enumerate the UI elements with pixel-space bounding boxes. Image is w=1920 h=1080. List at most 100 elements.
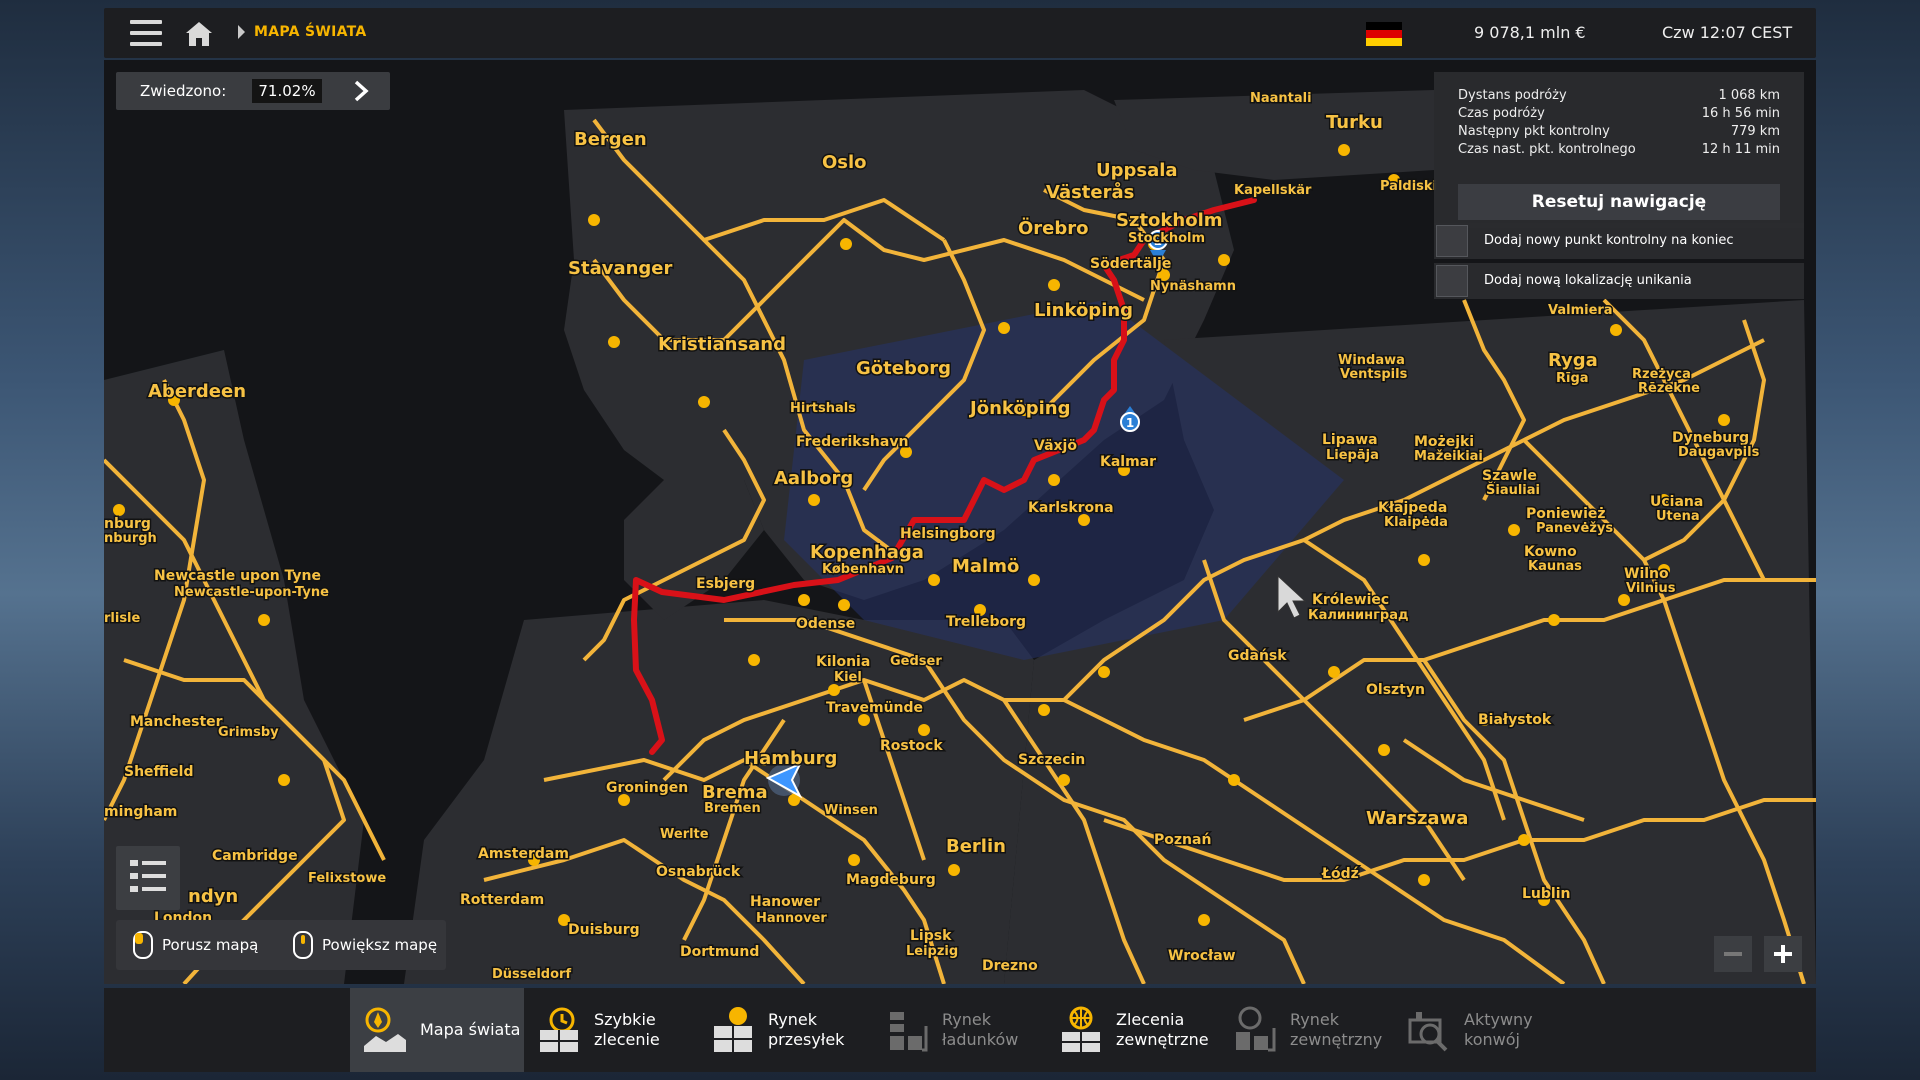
map-label-klaipeda: Klaipėda [1384,515,1448,530]
map-label-hannover: Hannover [756,911,827,926]
map-label-bergen: Bergen [574,129,647,150]
map-control-hints: Porusz mapą Powiększ mapę [116,920,446,970]
map-label-ventspils: Ventspils [1340,367,1408,382]
svg-text:1: 1 [1126,416,1134,430]
map-label-birmingham: mingham [104,804,177,820]
map-label-edinburgh-2: nburgh [104,531,157,546]
map-label-gdansk: Gdańsk [1228,648,1287,664]
mouse-drag-icon [133,931,153,959]
nav-row-value: 1 068 km [1718,88,1780,103]
map-label-lodz: Łódź [1321,866,1359,882]
tab-cargo-market[interactable]: Rynek ładunków [872,988,1046,1072]
map-label-poznan: Poznań [1154,832,1211,848]
map-label-mozejki: Możejki [1414,434,1474,450]
tab-active-convoy[interactable]: Aktywny konwój [1394,988,1568,1072]
nav-row-next-checkpoint: Następny pkt kontrolny 779 km [1458,124,1780,139]
map-label-szawle: Szawle [1482,468,1537,484]
map-label-windawa: Windawa [1338,353,1405,368]
add-avoid-location-option[interactable]: Dodaj nową lokalizację unikania [1434,263,1804,299]
map-label-sodertalje: Södertälje [1090,256,1171,272]
map-label-newcastle: Newcastle upon Tyne [154,568,321,584]
map-label-vasteras: Västerås [1046,181,1134,203]
nav-row-time: Czas podróży 16 h 56 min [1458,106,1780,121]
map-label-goteborg: Göteborg [856,358,951,379]
map-label-szczecin: Szczecin [1018,752,1085,768]
add-checkpoint-option[interactable]: Dodaj nowy punkt kontrolny na koniec [1434,223,1804,259]
map-label-werlte: Werlte [660,827,709,842]
checkbox[interactable] [1436,265,1468,297]
map-label-naantali: Naantali [1250,91,1312,106]
breadcrumb: MAPA ŚWIATA [254,24,367,40]
map-label-panevezys: Panevėžys [1536,521,1613,536]
tab-label: Mapa świata [420,1020,521,1039]
checkbox[interactable] [1436,225,1468,257]
map-label-lublin: Lublin [1522,886,1570,902]
money-balance: 9 078,1 mln € [1474,23,1586,42]
map-label-bialystok: Białystok [1478,712,1552,728]
map-label-rotterdam: Rotterdam [460,892,544,908]
map-label-sztokholm: Sztokholm [1116,210,1223,231]
zoom-in-button[interactable] [1764,936,1802,972]
move-map-hint: Porusz mapą [162,936,259,954]
map-label-helsingborg: Helsingborg [900,526,996,542]
tab-world-map[interactable]: Mapa świata [350,988,524,1072]
map-label-rzezyca: Rzeżyca [1632,367,1691,382]
map-label-carlisle: rlisle [104,611,141,626]
map-label-poniewiez: Poniewież [1526,506,1606,522]
map-label-kaunas: Kaunas [1528,559,1582,574]
map-label-oslo: Oslo [822,152,867,173]
map-label-travemunde: Travemünde [826,700,923,716]
tab-external-contracts[interactable]: Zlecenia zewnętrzne [1046,988,1220,1072]
map-label-valmiera: Valmiera [1548,303,1613,318]
tab-quick-job[interactable]: Szybkie zlecenie [524,988,698,1072]
map-label-bremen: Bremen [704,801,761,816]
map-label-kalmar: Kalmar [1100,454,1156,470]
chevron-right-icon[interactable] [350,80,372,102]
tab-freight-market[interactable]: Rynek przesyłek [698,988,872,1072]
nav-row-value: 16 h 56 min [1701,106,1780,121]
world-map-icon [364,1007,406,1052]
tab-label: Aktywny konwój [1464,1010,1533,1049]
map-label-mazeikiai: Mažeikiai [1414,449,1483,464]
world-map[interactable]: 1 2 Bergen Oslo Stavanger Kristiansand A… [104,60,1816,984]
map-label-uppsala: Uppsala [1096,160,1178,181]
map-label-turku: Turku [1326,112,1383,133]
map-label-nynashamn: Nynäshamn [1150,279,1236,294]
map-label-grimsby: Grimsby [218,725,279,740]
map-label-kilonia: Kilonia [816,654,870,670]
map-label-kobenhavn: København [822,562,904,577]
home-icon[interactable] [184,20,214,48]
tab-label: Rynek zewnętrzny [1290,1010,1383,1049]
map-label-hanower: Hanower [750,894,820,910]
mouse-scroll-icon [293,931,313,959]
map-label-kowno: Kowno [1524,544,1577,560]
map-label-riga: Rīga [1556,371,1589,386]
map-label-trelleborg: Trelleborg [946,614,1026,630]
map-label-krolewiec: Królewiec [1312,592,1389,608]
map-label-londyn: ndyn [188,886,238,907]
map-label-hamburg: Hamburg [744,748,837,769]
visited-label: Zwiedzono: [140,82,227,100]
nav-row-label: Dystans podróży [1458,88,1567,103]
map-label-felixstowe: Felixstowe [308,871,386,886]
map-label-kiel: Kiel [834,670,862,685]
map-label-utena: Utena [1656,509,1700,524]
map-label-stavanger: Stavanger [568,258,673,279]
zoom-out-button[interactable] [1714,936,1752,972]
map-label-manchester: Manchester [130,714,223,730]
nav-row-label: Czas podróży [1458,106,1545,121]
country-flag-icon [1366,22,1402,46]
option-label: Dodaj nową lokalizację unikania [1484,273,1692,288]
reset-navigation-button[interactable]: Resetuj nawigację [1458,184,1780,220]
map-label-paldiski: Paldiski [1380,179,1437,194]
map-legend-button[interactable] [116,846,180,910]
map-label-dyneburg: Dyneburg [1672,430,1749,446]
map-label-frederikshavn: Frederikshavn [796,434,908,450]
zoom-map-hint: Powiększ mapę [322,936,438,954]
tab-label: Zlecenia zewnętrzne [1116,1010,1209,1049]
external-market-icon [1236,1006,1276,1052]
tab-external-market[interactable]: Rynek zewnętrzny [1220,988,1394,1072]
tab-label: Szybkie zlecenie [594,1010,660,1049]
breadcrumb-arrow-icon [238,25,245,39]
menu-icon[interactable] [130,18,162,48]
